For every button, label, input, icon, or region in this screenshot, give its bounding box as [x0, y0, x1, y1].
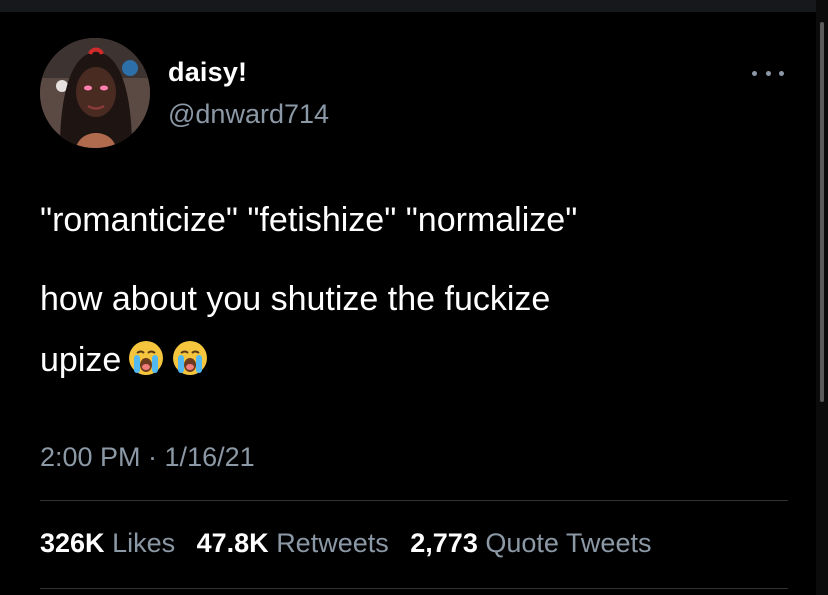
scrollbar[interactable] [816, 0, 828, 595]
likes-count: 326K [40, 528, 105, 558]
profile-photo-icon [40, 38, 150, 148]
author-handle[interactable]: @dnward714 [168, 99, 329, 130]
loudly-crying-face-icon [127, 339, 165, 386]
tweet-text-line: "romanticize" "fetishize" "normalize" [40, 201, 578, 239]
ellipsis-icon [765, 70, 771, 76]
quote-tweets-stat[interactable]: 2,773 Quote Tweets [410, 528, 651, 558]
loudly-crying-face-icon [171, 339, 209, 386]
tweet-text-line: how about you shutize the fuckize [40, 280, 551, 318]
divider [40, 500, 788, 501]
tweet-timestamp[interactable]: 2:00 PM · 1/16/21 [40, 442, 255, 473]
quote-tweets-count: 2,773 [410, 528, 478, 558]
avatar[interactable] [40, 38, 150, 148]
ellipsis-icon [752, 70, 757, 76]
divider [40, 588, 788, 589]
tweet-text-line: upize [40, 339, 209, 386]
likes-label: Likes [112, 528, 176, 558]
likes-stat[interactable]: 326K Likes [40, 528, 175, 558]
retweets-stat[interactable]: 47.8K Retweets [197, 528, 389, 558]
tweet-text-word: upize [40, 341, 122, 379]
author-display-name[interactable]: daisy! [168, 57, 247, 88]
scrollbar-thumb[interactable] [820, 22, 824, 402]
more-options-button[interactable] [750, 62, 786, 84]
retweets-label: Retweets [276, 528, 389, 558]
engagement-stats: 326K Likes 47.8K Retweets 2,773 Quote Tw… [40, 528, 665, 559]
ellipsis-icon [779, 70, 784, 76]
top-status-strip [0, 0, 828, 12]
quote-tweets-label: Quote Tweets [485, 528, 652, 558]
retweets-count: 47.8K [196, 528, 269, 558]
